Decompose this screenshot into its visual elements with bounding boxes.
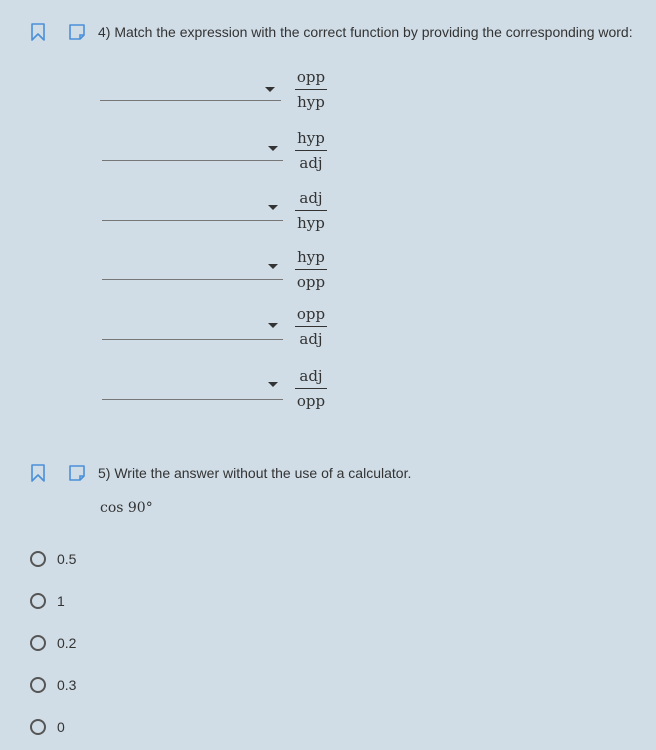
dropdown-select[interactable] — [102, 160, 283, 161]
question-4-header: 4) Match the expression with the correct… — [30, 23, 633, 41]
fraction-denominator: opp — [296, 273, 326, 291]
fraction-bar — [295, 388, 327, 389]
answer-option[interactable]: 0.3 — [30, 677, 76, 693]
fraction: hyp adj — [295, 128, 327, 173]
question-5-text: 5) Write the answer without the use of a… — [98, 465, 412, 481]
question-4-text: 4) Match the expression with the correct… — [98, 24, 633, 40]
note-icon[interactable] — [68, 23, 86, 41]
answer-option[interactable]: 0.5 — [30, 551, 76, 567]
fraction-denominator: opp — [296, 392, 326, 410]
radio-button[interactable] — [30, 593, 46, 609]
dropdown-select[interactable] — [102, 339, 283, 340]
fraction-denominator: hyp — [297, 214, 325, 232]
chevron-down-icon[interactable] — [268, 382, 278, 387]
fraction-bar — [295, 210, 327, 211]
dropdown-select[interactable] — [102, 220, 283, 221]
fraction-numerator: opp — [296, 68, 326, 86]
radio-button[interactable] — [30, 719, 46, 735]
radio-button[interactable] — [30, 635, 46, 651]
fraction: adj hyp — [295, 188, 327, 233]
fraction-denominator: hyp — [297, 93, 325, 111]
option-label: 0.2 — [57, 635, 77, 651]
chevron-down-icon[interactable] — [265, 87, 275, 92]
fraction-numerator: hyp — [297, 248, 325, 266]
radio-button[interactable] — [30, 677, 46, 693]
fraction: opp hyp — [295, 67, 327, 112]
fraction-numerator: adj — [299, 189, 323, 207]
question-5-header: 5) Write the answer without the use of a… — [30, 464, 411, 482]
fraction-bar — [295, 269, 327, 270]
fraction-numerator: adj — [299, 367, 323, 385]
bookmark-icon[interactable] — [30, 23, 46, 41]
answer-option[interactable]: 1 — [30, 593, 65, 609]
chevron-down-icon[interactable] — [268, 205, 278, 210]
dropdown-select[interactable] — [100, 100, 281, 101]
fraction-bar — [295, 326, 327, 327]
fraction: adj opp — [295, 366, 327, 411]
chevron-down-icon[interactable] — [268, 264, 278, 269]
fraction: hyp opp — [295, 247, 327, 292]
fraction: opp adj — [295, 304, 327, 349]
chevron-down-icon[interactable] — [268, 323, 278, 328]
fraction-numerator: opp — [296, 305, 326, 323]
option-label: 0 — [57, 719, 65, 735]
answer-option[interactable]: 0 — [30, 719, 65, 735]
dropdown-select[interactable] — [102, 399, 283, 400]
chevron-down-icon[interactable] — [268, 146, 278, 151]
fraction-numerator: hyp — [297, 129, 325, 147]
fraction-denominator: adj — [299, 154, 323, 172]
answer-option[interactable]: 0.2 — [30, 635, 76, 651]
dropdown-select[interactable] — [102, 279, 283, 280]
fraction-bar — [295, 150, 327, 151]
fraction-bar — [295, 89, 327, 90]
math-expression: cos 90° — [100, 500, 153, 516]
option-label: 0.5 — [57, 551, 77, 567]
radio-button[interactable] — [30, 551, 46, 567]
bookmark-icon[interactable] — [30, 464, 46, 482]
fraction-denominator: adj — [299, 330, 323, 348]
option-label: 0.3 — [57, 677, 77, 693]
option-label: 1 — [57, 593, 65, 609]
note-icon[interactable] — [68, 464, 86, 482]
